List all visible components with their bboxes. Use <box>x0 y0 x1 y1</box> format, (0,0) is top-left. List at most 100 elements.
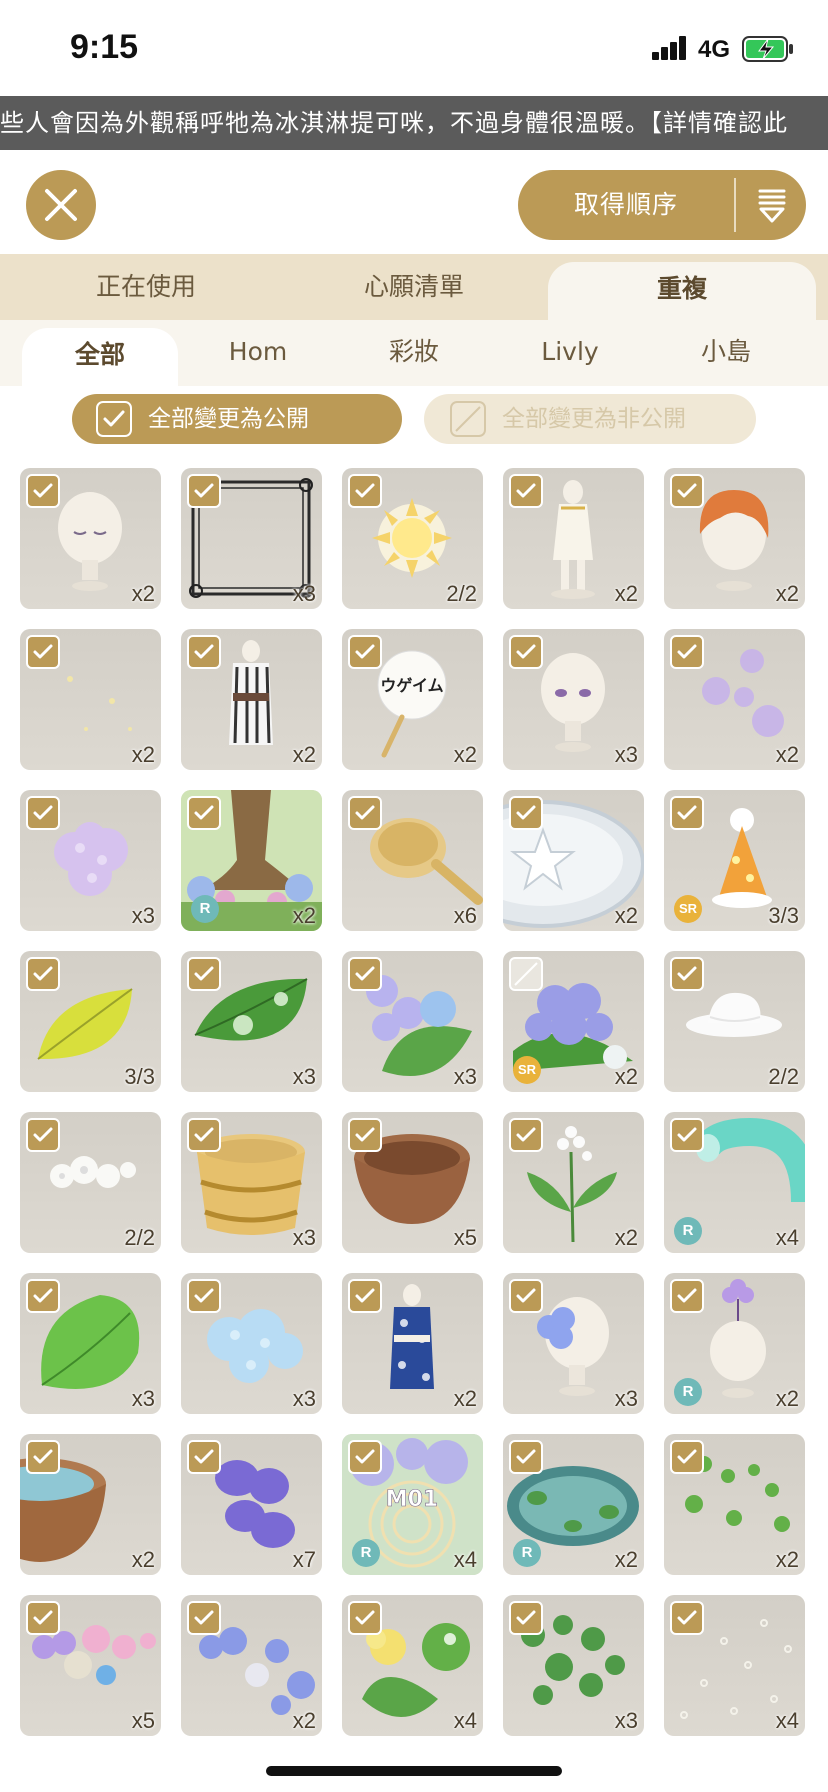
tab-duplicates[interactable]: 重複 <box>548 262 816 320</box>
item-tile[interactable]: x6 <box>342 790 483 931</box>
make-all-private-button[interactable]: 全部變更為非公開 <box>424 394 756 444</box>
item-tile[interactable]: 2/2 <box>20 1112 161 1253</box>
public-check-icon[interactable] <box>26 796 60 830</box>
item-tile[interactable]: x3 <box>181 1112 322 1253</box>
item-tile[interactable]: x2 <box>664 468 805 609</box>
public-check-icon[interactable] <box>187 1440 221 1474</box>
item-tile[interactable]: SR x2 <box>503 951 644 1092</box>
item-tile[interactable]: x2 <box>20 1434 161 1575</box>
item-tile[interactable]: 3/3 <box>20 951 161 1092</box>
battery-charging-icon <box>742 36 793 62</box>
item-tile[interactable]: x3 <box>181 951 322 1092</box>
private-slash-icon[interactable] <box>509 957 543 991</box>
item-tile[interactable]: x5 <box>342 1112 483 1253</box>
public-check-icon[interactable] <box>509 796 543 830</box>
public-check-icon[interactable] <box>26 1440 60 1474</box>
public-check-icon[interactable] <box>187 1118 221 1152</box>
public-check-icon[interactable] <box>670 796 704 830</box>
subtab-makeup[interactable]: 彩妝 <box>336 320 492 386</box>
public-check-icon[interactable] <box>509 474 543 508</box>
public-check-icon[interactable] <box>509 1440 543 1474</box>
item-tile[interactable]: x2 <box>20 629 161 770</box>
public-check-icon[interactable] <box>348 796 382 830</box>
public-check-icon[interactable] <box>348 474 382 508</box>
public-check-icon[interactable] <box>187 957 221 991</box>
item-tile[interactable]: x3 <box>20 790 161 931</box>
item-tile[interactable]: Rx2 <box>503 1434 644 1575</box>
item-tile[interactable]: x3 <box>342 951 483 1092</box>
item-tile[interactable]: x3 <box>503 1595 644 1736</box>
item-tile[interactable]: x2 <box>342 1273 483 1414</box>
sort-order-button[interactable]: 取得順序 <box>518 170 806 240</box>
item-tile[interactable]: SR 3/3 <box>664 790 805 931</box>
close-button[interactable] <box>26 170 96 240</box>
item-tile[interactable]: ウゲイム x2 <box>342 629 483 770</box>
item-count: x2 <box>292 742 316 767</box>
item-tile[interactable]: x2 <box>664 1434 805 1575</box>
item-tile[interactable]: x4 <box>664 1595 805 1736</box>
public-check-icon[interactable] <box>670 1440 704 1474</box>
item-tile[interactable]: x3 <box>181 1273 322 1414</box>
public-check-icon[interactable] <box>348 1279 382 1313</box>
subtab-island[interactable]: 小島 <box>648 320 804 386</box>
item-tile[interactable]: Rx2 <box>664 1273 805 1414</box>
public-check-icon[interactable] <box>348 1601 382 1635</box>
public-check-icon[interactable] <box>670 957 704 991</box>
news-ticker[interactable]: 些人會因為外觀稱呼牠為冰淇淋提可咪，不過身體很溫暖。【詳情確認此 <box>0 96 828 150</box>
item-tile[interactable]: x2 <box>20 468 161 609</box>
item-tile[interactable]: x2 <box>503 468 644 609</box>
public-check-icon[interactable] <box>509 635 543 669</box>
item-tile[interactable]: x2 <box>503 790 644 931</box>
public-check-icon[interactable] <box>509 1279 543 1313</box>
public-check-icon[interactable] <box>670 1118 704 1152</box>
public-check-icon[interactable] <box>26 957 60 991</box>
public-check-icon[interactable] <box>348 1440 382 1474</box>
subtab-all[interactable]: 全部 <box>22 328 178 386</box>
item-tile[interactable]: x3 <box>181 468 322 609</box>
item-tile[interactable]: x2 <box>181 1595 322 1736</box>
public-check-icon[interactable] <box>670 1601 704 1635</box>
public-check-icon[interactable] <box>26 474 60 508</box>
public-check-icon[interactable] <box>348 957 382 991</box>
public-check-icon[interactable] <box>348 1118 382 1152</box>
public-check-icon[interactable] <box>509 1601 543 1635</box>
make-all-public-button[interactable]: 全部變更為公開 <box>72 394 402 444</box>
sort-list-icon[interactable] <box>752 185 792 225</box>
public-check-icon[interactable] <box>187 796 221 830</box>
item-tile[interactable]: x5 <box>20 1595 161 1736</box>
sort-order-label: 取得順序 <box>573 190 678 219</box>
item-tile[interactable]: x2 <box>181 629 322 770</box>
category-tab-bar: 全部 Hom 彩妝 Livly 小島 <box>0 320 828 386</box>
item-tile[interactable]: Rx4 <box>664 1112 805 1253</box>
subtab-hom[interactable]: Hom <box>180 320 336 386</box>
item-tile[interactable]: x3 <box>503 629 644 770</box>
item-tile[interactable]: x2 <box>503 1112 644 1253</box>
item-tile[interactable]: 2/2 <box>664 951 805 1092</box>
item-tile[interactable]: x4 <box>342 1595 483 1736</box>
tab-in-use[interactable]: 正在使用 <box>26 254 266 320</box>
public-check-icon[interactable] <box>670 474 704 508</box>
item-tile[interactable]: 2/2 <box>342 468 483 609</box>
home-indicator[interactable] <box>266 1766 562 1776</box>
public-check-icon[interactable] <box>187 1279 221 1313</box>
item-tile[interactable]: x3 <box>503 1273 644 1414</box>
public-check-icon[interactable] <box>187 474 221 508</box>
public-check-icon[interactable] <box>26 1601 60 1635</box>
subtab-livly[interactable]: Livly <box>492 320 648 386</box>
public-check-icon[interactable] <box>187 1601 221 1635</box>
item-tile[interactable]: x7 <box>181 1434 322 1575</box>
tab-wishlist[interactable]: 心願清單 <box>294 254 534 320</box>
public-check-icon[interactable] <box>26 635 60 669</box>
item-tile[interactable]: M01 Rx4 <box>342 1434 483 1575</box>
public-check-icon[interactable] <box>670 1279 704 1313</box>
public-check-icon[interactable] <box>26 1118 60 1152</box>
item-count: x2 <box>614 1225 638 1250</box>
public-check-icon[interactable] <box>509 1118 543 1152</box>
public-check-icon[interactable] <box>348 635 382 669</box>
item-tile[interactable]: x3 <box>20 1273 161 1414</box>
public-check-icon[interactable] <box>187 635 221 669</box>
item-tile[interactable]: Rx2 <box>181 790 322 931</box>
public-check-icon[interactable] <box>26 1279 60 1313</box>
item-tile[interactable]: x2 <box>664 629 805 770</box>
public-check-icon[interactable] <box>670 635 704 669</box>
